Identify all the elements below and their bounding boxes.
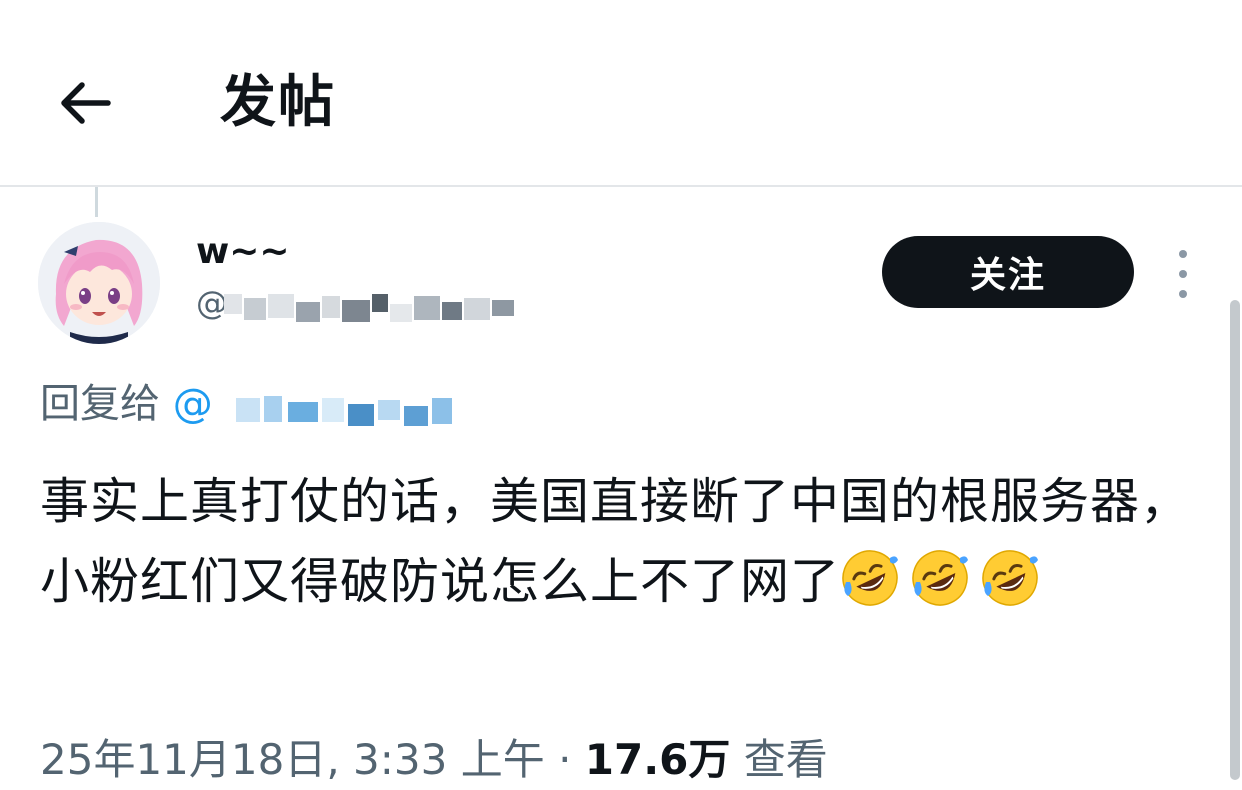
- display-name[interactable]: w~~: [196, 230, 290, 274]
- post-text: 事实上真打仗的话，美国直接断了中国的根服务器，小粉红们又得破防说怎么上不了网了: [40, 462, 1200, 622]
- redacted-pixel-blur: [236, 396, 452, 426]
- back-button[interactable]: [52, 70, 118, 136]
- top-bar: 发帖: [0, 0, 1242, 186]
- arrow-left-icon: [61, 82, 111, 124]
- anime-avatar-image: [38, 222, 160, 344]
- page-title: 发帖: [220, 70, 336, 135]
- redacted-pixel-blur: @: [196, 284, 514, 322]
- reply-mention-redacted[interactable]: [236, 388, 456, 436]
- more-vertical-icon-dot: [1179, 290, 1187, 298]
- meta-separator: ·: [558, 735, 572, 784]
- views-label: 查看: [743, 735, 828, 784]
- views-count: 17.6万: [584, 735, 731, 784]
- rolling-laughing-emoji: [842, 550, 899, 606]
- more-vertical-icon: [1179, 250, 1187, 258]
- rolling-laughing-emoji: [982, 550, 1039, 606]
- post-timestamp[interactable]: 25年11月18日, 3:33 上午: [40, 735, 545, 784]
- rolling-laughing-emoji: [912, 550, 969, 606]
- follow-button[interactable]: 关注: [882, 236, 1134, 308]
- more-vertical-icon-dot: [1179, 270, 1187, 278]
- user-handle-redacted[interactable]: @: [196, 284, 526, 334]
- more-options-button[interactable]: [1166, 250, 1200, 298]
- avatar[interactable]: [38, 222, 160, 344]
- post-meta: 25年11月18日, 3:33 上午 · 17.6万 查看: [40, 732, 828, 788]
- scrollbar[interactable]: [1230, 300, 1240, 780]
- header-divider: [0, 185, 1242, 187]
- reply-mention-prefix[interactable]: @: [173, 381, 213, 427]
- svg-text:@: @: [196, 284, 228, 322]
- reply-to-label: 回复给: [40, 381, 160, 427]
- thread-connector-line: [95, 187, 98, 217]
- reply-to-line: 回复给 @: [40, 376, 213, 432]
